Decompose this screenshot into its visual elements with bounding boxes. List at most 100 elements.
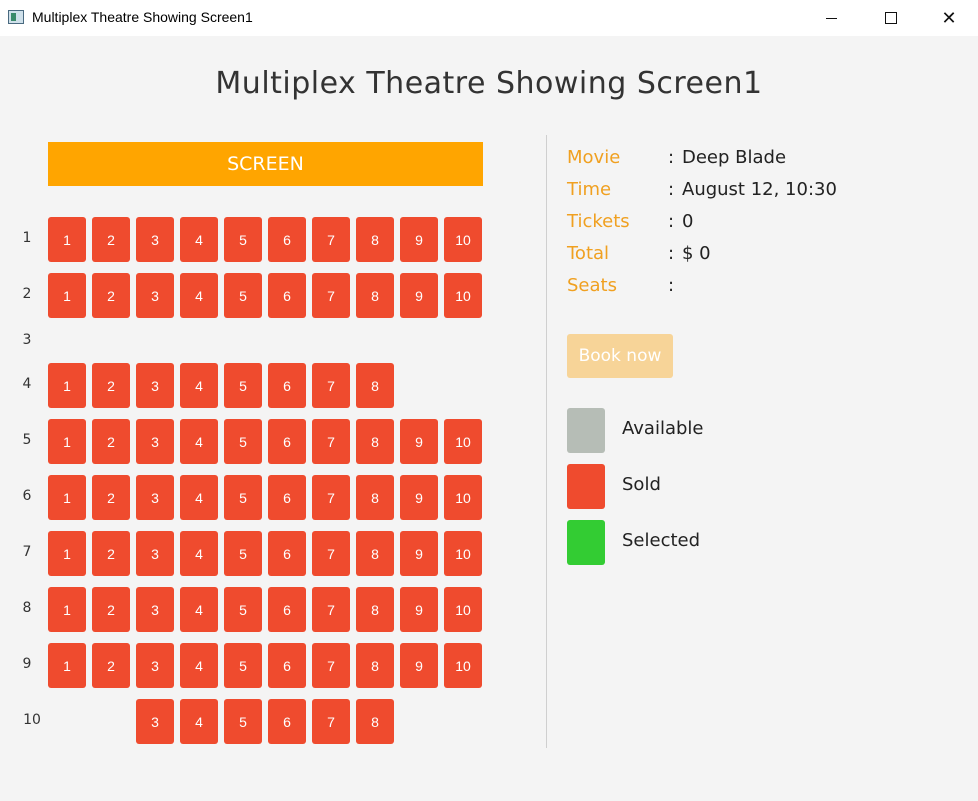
seat-r9-7[interactable]: 7 (312, 643, 350, 688)
seat-r9-10[interactable]: 10 (444, 643, 482, 688)
seat-r8-10[interactable]: 10 (444, 587, 482, 632)
seat-r7-3[interactable]: 3 (136, 531, 174, 576)
row-label-8: 8 (22, 600, 32, 616)
seat-r9-8[interactable]: 8 (356, 643, 394, 688)
legend-swatch-selected (567, 520, 605, 565)
legend-swatch-available (567, 408, 605, 453)
seat-r5-9[interactable]: 9 (400, 419, 438, 464)
seat-r6-8[interactable]: 8 (356, 475, 394, 520)
seat-r7-4[interactable]: 4 (180, 531, 218, 576)
seat-r6-10[interactable]: 10 (444, 475, 482, 520)
seat-r5-5[interactable]: 5 (224, 419, 262, 464)
seat-r9-9[interactable]: 9 (400, 643, 438, 688)
seat-r8-4[interactable]: 4 (180, 587, 218, 632)
seat-r10-4[interactable]: 4 (180, 699, 218, 744)
seat-r5-1[interactable]: 1 (48, 419, 86, 464)
seat-r6-5[interactable]: 5 (224, 475, 262, 520)
seat-r8-1[interactable]: 1 (48, 587, 86, 632)
seat-r2-5[interactable]: 5 (224, 273, 262, 318)
seat-r5-2[interactable]: 2 (92, 419, 130, 464)
seat-r6-7[interactable]: 7 (312, 475, 350, 520)
seat-r2-4[interactable]: 4 (180, 273, 218, 318)
seat-r5-7[interactable]: 7 (312, 419, 350, 464)
seat-r10-5[interactable]: 5 (224, 699, 262, 744)
info-seats-colon: : (668, 275, 675, 296)
seat-r2-10[interactable]: 10 (444, 273, 482, 318)
seat-r6-3[interactable]: 3 (136, 475, 174, 520)
seat-r10-7[interactable]: 7 (312, 699, 350, 744)
seat-r1-6[interactable]: 6 (268, 217, 306, 262)
seat-r2-8[interactable]: 8 (356, 273, 394, 318)
seat-r8-9[interactable]: 9 (400, 587, 438, 632)
seat-r7-10[interactable]: 10 (444, 531, 482, 576)
seat-r7-8[interactable]: 8 (356, 531, 394, 576)
seat-r2-7[interactable]: 7 (312, 273, 350, 318)
seat-r6-2[interactable]: 2 (92, 475, 130, 520)
seat-r9-2[interactable]: 2 (92, 643, 130, 688)
seat-r4-3[interactable]: 3 (136, 363, 174, 408)
row-label-1: 1 (22, 230, 32, 246)
seat-r9-5[interactable]: 5 (224, 643, 262, 688)
seat-r4-8[interactable]: 8 (356, 363, 394, 408)
seat-r8-7[interactable]: 7 (312, 587, 350, 632)
seat-r5-8[interactable]: 8 (356, 419, 394, 464)
seat-r1-8[interactable]: 8 (356, 217, 394, 262)
seat-r2-6[interactable]: 6 (268, 273, 306, 318)
seat-r2-1[interactable]: 1 (48, 273, 86, 318)
close-button[interactable]: ✕ (920, 0, 978, 36)
seat-r1-10[interactable]: 10 (444, 217, 482, 262)
seat-r6-4[interactable]: 4 (180, 475, 218, 520)
seat-r8-8[interactable]: 8 (356, 587, 394, 632)
seat-r10-8[interactable]: 8 (356, 699, 394, 744)
seat-r1-9[interactable]: 9 (400, 217, 438, 262)
seat-r8-6[interactable]: 6 (268, 587, 306, 632)
seat-r6-9[interactable]: 9 (400, 475, 438, 520)
seat-r9-6[interactable]: 6 (268, 643, 306, 688)
seat-r7-5[interactable]: 5 (224, 531, 262, 576)
seat-r2-3[interactable]: 3 (136, 273, 174, 318)
seat-r1-3[interactable]: 3 (136, 217, 174, 262)
info-time-label: Time (567, 179, 612, 200)
seat-r7-7[interactable]: 7 (312, 531, 350, 576)
app-icon (8, 10, 24, 24)
seat-r4-2[interactable]: 2 (92, 363, 130, 408)
seat-r1-4[interactable]: 4 (180, 217, 218, 262)
seat-r4-5[interactable]: 5 (224, 363, 262, 408)
window-title: Multiplex Theatre Showing Screen1 (32, 9, 253, 25)
seat-r7-1[interactable]: 1 (48, 531, 86, 576)
seat-r7-6[interactable]: 6 (268, 531, 306, 576)
seat-r5-10[interactable]: 10 (444, 419, 482, 464)
seat-r10-3[interactable]: 3 (136, 699, 174, 744)
row-label-2: 2 (22, 286, 32, 302)
seat-r5-4[interactable]: 4 (180, 419, 218, 464)
seat-r2-2[interactable]: 2 (92, 273, 130, 318)
minimize-icon (825, 17, 837, 19)
seat-r1-7[interactable]: 7 (312, 217, 350, 262)
seat-r7-2[interactable]: 2 (92, 531, 130, 576)
seat-r8-3[interactable]: 3 (136, 587, 174, 632)
seat-r9-4[interactable]: 4 (180, 643, 218, 688)
seat-r6-1[interactable]: 1 (48, 475, 86, 520)
seat-r10-6[interactable]: 6 (268, 699, 306, 744)
book-now-button[interactable]: Book now (567, 334, 673, 378)
info-seats-label: Seats (567, 275, 617, 296)
maximize-button[interactable] (862, 0, 920, 36)
seat-r8-5[interactable]: 5 (224, 587, 262, 632)
seat-r8-2[interactable]: 2 (92, 587, 130, 632)
seat-r5-3[interactable]: 3 (136, 419, 174, 464)
seat-r4-6[interactable]: 6 (268, 363, 306, 408)
info-tickets-value: 0 (682, 211, 694, 232)
seat-r4-4[interactable]: 4 (180, 363, 218, 408)
seat-r1-5[interactable]: 5 (224, 217, 262, 262)
minimize-button[interactable] (802, 0, 860, 36)
seat-r7-9[interactable]: 9 (400, 531, 438, 576)
seat-r6-6[interactable]: 6 (268, 475, 306, 520)
seat-r1-2[interactable]: 2 (92, 217, 130, 262)
seat-r4-1[interactable]: 1 (48, 363, 86, 408)
seat-r9-1[interactable]: 1 (48, 643, 86, 688)
seat-r9-3[interactable]: 3 (136, 643, 174, 688)
seat-r2-9[interactable]: 9 (400, 273, 438, 318)
seat-r1-1[interactable]: 1 (48, 217, 86, 262)
seat-r5-6[interactable]: 6 (268, 419, 306, 464)
seat-r4-7[interactable]: 7 (312, 363, 350, 408)
